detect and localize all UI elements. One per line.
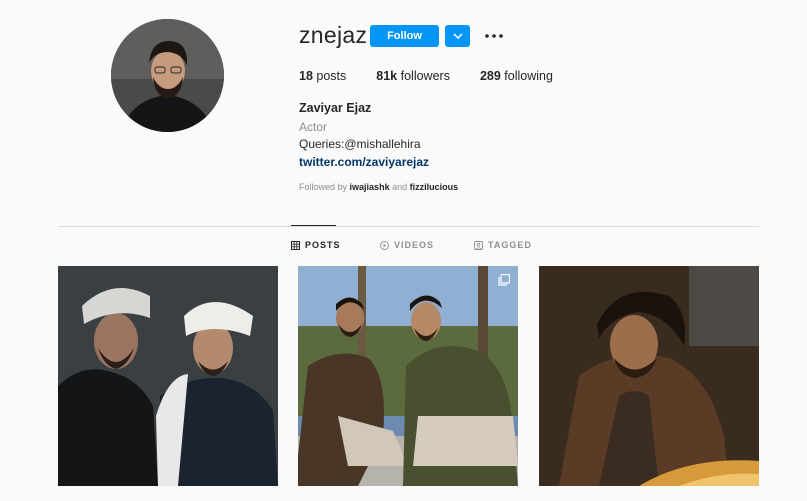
tag-icon — [474, 240, 483, 250]
avatar-photo — [111, 19, 224, 132]
followed-by-prefix: Followed by — [299, 182, 348, 192]
more-options-button[interactable] — [483, 27, 505, 45]
profile-full-name: Zaviyar Ejaz — [299, 101, 372, 115]
profile-stats: 18 posts 81k followers 289 following — [299, 69, 583, 83]
tab-videos[interactable]: VIDEOS — [380, 240, 434, 250]
followed-by-user-1[interactable]: iwajiashk — [350, 182, 390, 192]
tab-posts-label: POSTS — [305, 240, 341, 250]
followers-label: followers — [400, 69, 450, 83]
grid-icon — [291, 240, 300, 250]
post-thumbnail-2[interactable] — [298, 266, 518, 486]
posts-stat: 18 posts — [299, 69, 346, 83]
tab-tagged[interactable]: TAGGED — [474, 240, 532, 250]
tab-videos-label: VIDEOS — [394, 240, 435, 250]
tab-tagged-label: TAGGED — [488, 240, 532, 250]
profile-website-link[interactable]: twitter.com/zaviyarejaz — [299, 155, 429, 169]
active-tab-indicator — [291, 225, 336, 226]
post-photo-2 — [298, 266, 518, 486]
post-photo-1 — [58, 266, 278, 486]
posts-label: posts — [316, 69, 347, 83]
profile-category: Actor — [299, 120, 328, 134]
follow-button[interactable]: Follow — [370, 25, 439, 47]
following-count: 289 — [479, 69, 501, 83]
following-stat[interactable]: 289 following — [480, 69, 553, 83]
profile-avatar[interactable] — [111, 19, 224, 132]
multiple-photos-icon — [498, 274, 510, 286]
chevron-down-icon — [452, 33, 463, 39]
post-thumbnail-1[interactable] — [58, 266, 278, 486]
tabs-divider — [58, 226, 759, 227]
following-label: following — [504, 69, 553, 83]
followed-by-user-2[interactable]: fizzilucious — [410, 182, 459, 192]
followers-count: 81k — [376, 69, 398, 83]
tab-posts[interactable]: POSTS — [291, 240, 341, 250]
followers-stat[interactable]: 81k followers — [376, 69, 450, 83]
post-photo-3 — [539, 266, 759, 486]
play-icon — [380, 240, 389, 250]
more-dots-icon — [485, 34, 503, 38]
profile-username: znejaz — [299, 22, 368, 48]
post-thumbnail-3[interactable] — [539, 266, 759, 486]
posts-count: 18 — [299, 69, 313, 83]
profile-bio: Queries:@mishallehira — [299, 137, 421, 151]
followed-by-and: and — [392, 182, 408, 192]
suggested-accounts-button[interactable] — [445, 25, 470, 47]
followed-by-text: Followed by iwajiashk and fizzilucious — [299, 182, 458, 192]
